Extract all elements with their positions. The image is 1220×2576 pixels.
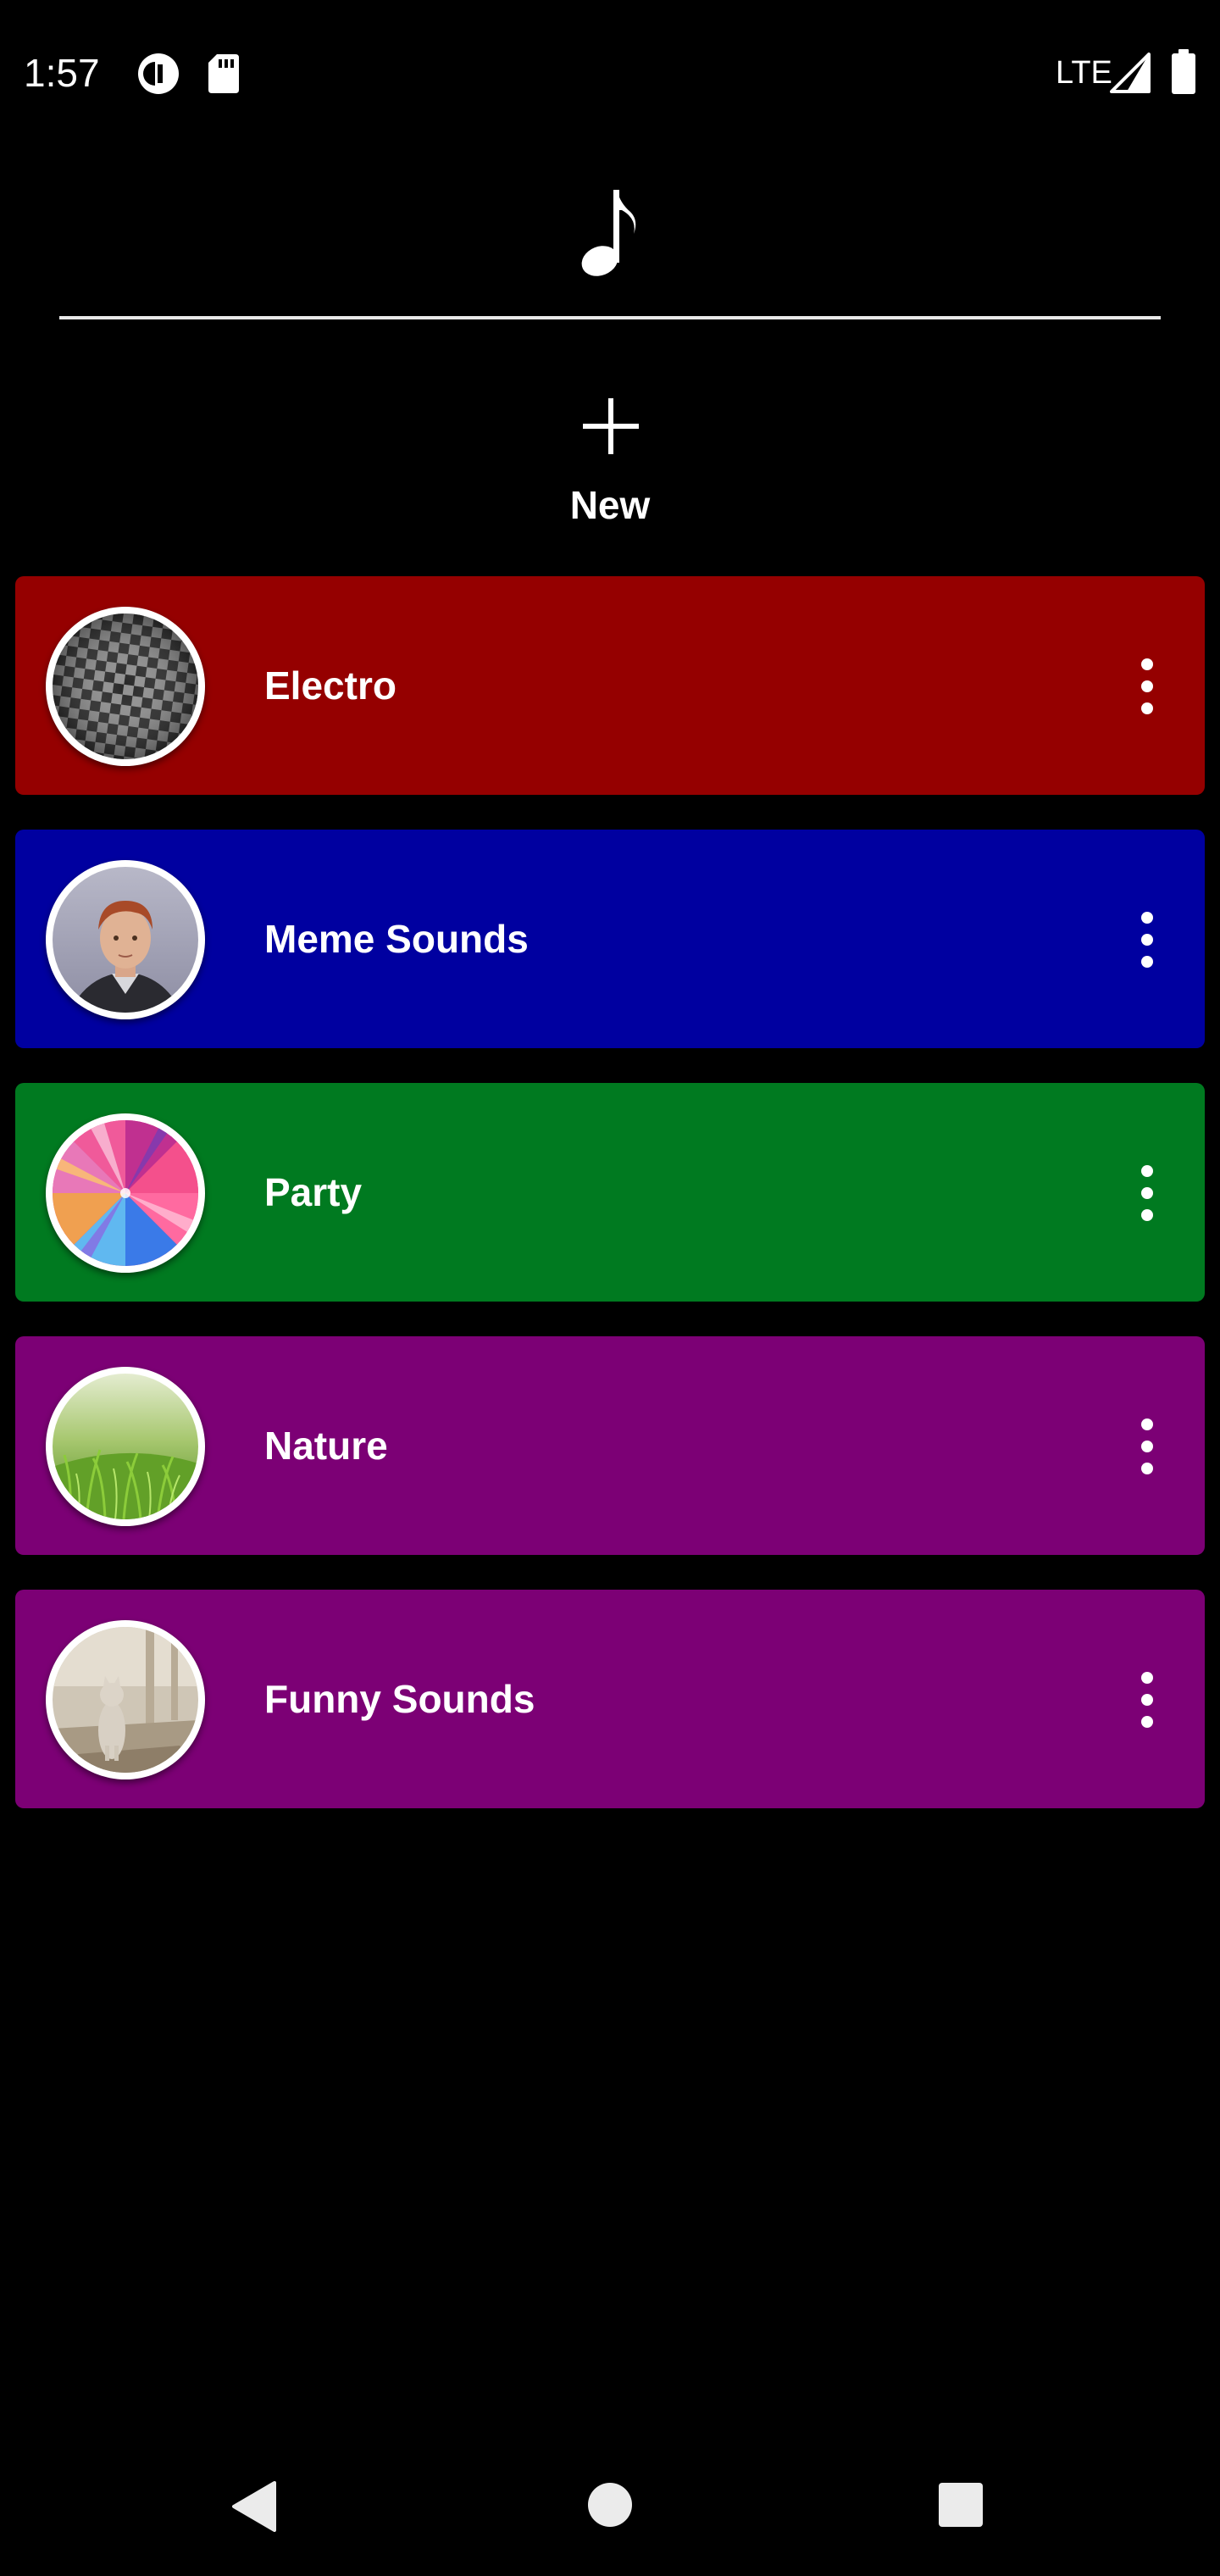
category-card-meme-sounds[interactable]: Meme Sounds [15,830,1205,1048]
category-name: Party [264,1170,363,1214]
more-options-icon[interactable] [1130,1159,1164,1227]
new-category-button[interactable]: New [525,390,695,534]
new-button-label: New [569,483,651,527]
category-name: Electro [264,663,396,708]
category-card-nature[interactable]: Nature [15,1336,1205,1555]
header-divider [59,316,1161,319]
category-image-party [46,1113,205,1273]
person-photo [53,867,198,1013]
signal-icon [1110,53,1151,93]
more-options-icon[interactable] [1130,1666,1164,1734]
category-name: Nature [264,1424,388,1468]
battery-icon [1172,49,1195,94]
more-options-icon[interactable] [1130,1413,1164,1480]
category-name: Funny Sounds [264,1677,535,1721]
plus-icon [583,398,639,454]
colorful-swirl-image [53,1120,198,1266]
more-options-icon[interactable] [1130,652,1164,720]
checkerboard-image [53,613,198,759]
category-card-party[interactable]: Party [15,1083,1205,1302]
grass-photo [53,1374,198,1519]
status-app-icon [138,53,179,94]
more-options-icon[interactable] [1130,906,1164,974]
category-image-funny-sounds [46,1620,205,1779]
category-image-electro [46,607,205,766]
category-list: Electro Meme Sounds Party Nature Funny S… [15,576,1205,1843]
category-card-electro[interactable]: Electro [15,576,1205,795]
status-time: 1:57 [24,51,100,95]
sd-card-icon [208,54,239,93]
back-icon[interactable] [230,2479,278,2534]
network-type: LTE [1056,55,1112,91]
category-image-meme-sounds [46,860,205,1019]
category-name: Meme Sounds [264,917,529,961]
cat-photo [53,1627,198,1773]
category-card-funny-sounds[interactable]: Funny Sounds [15,1590,1205,1808]
music-note-icon [581,190,636,276]
status-bar: 1:57 LTE [0,0,1220,144]
recents-icon[interactable] [939,2483,983,2527]
navigation-bar [0,2440,1220,2576]
home-icon[interactable] [588,2483,632,2527]
category-image-nature [46,1367,205,1526]
